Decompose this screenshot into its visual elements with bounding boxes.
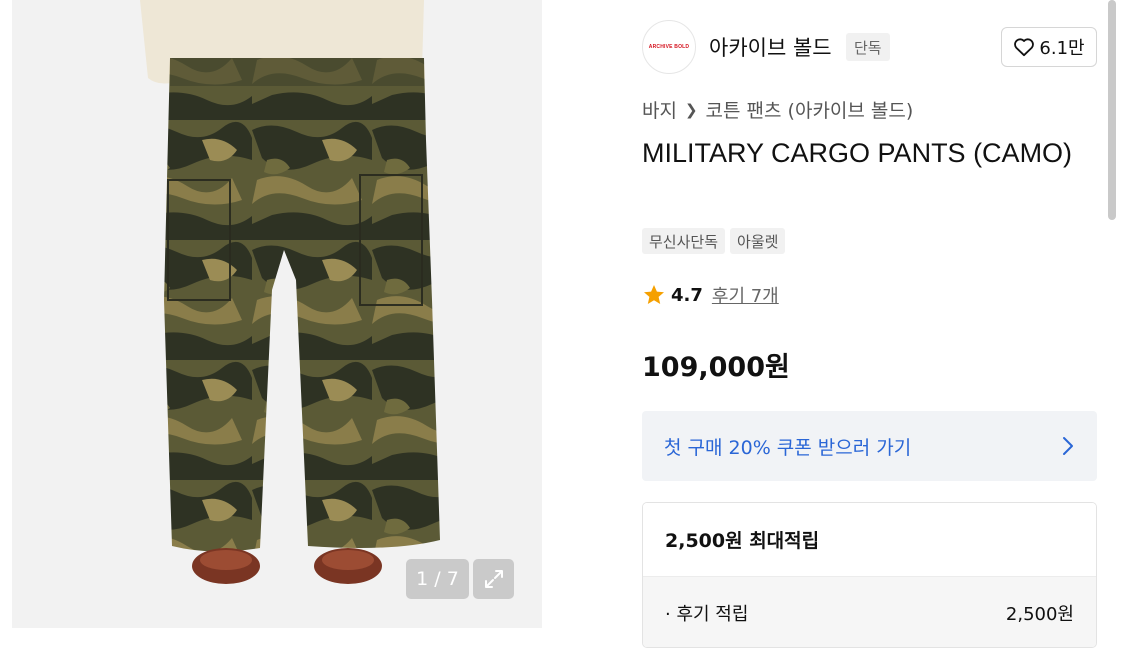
points-row-label: · 후기 적립 xyxy=(665,604,749,625)
breadcrumb-category[interactable]: 바지 xyxy=(642,96,677,123)
tag-exclusive: 무신사단독 xyxy=(642,228,726,254)
breadcrumb-subcategory[interactable]: 코튼 팬츠 (아카이브 볼드) xyxy=(706,96,914,123)
chevron-right-icon xyxy=(1063,437,1073,455)
scrollbar-thumb[interactable] xyxy=(1108,0,1116,220)
points-row-value: 2,500원 xyxy=(1005,604,1074,625)
product-photo-illustration xyxy=(140,0,440,584)
points-max-label: 2,500원 최대적립 xyxy=(643,503,1096,576)
star-icon xyxy=(644,285,664,304)
brand-name[interactable]: 아카이브 볼드 xyxy=(709,32,832,62)
product-info-panel: ARCHIVE BOLD 아카이브 볼드 단독 6.1만 바지 ❯ 코튼 팬츠 … xyxy=(642,0,1098,653)
product-tags: 무신사단독 아울렛 xyxy=(642,228,786,254)
product-price: 109,000원 xyxy=(642,352,790,383)
heart-icon xyxy=(1014,38,1035,57)
expand-image-button[interactable] xyxy=(473,559,514,599)
rating: 4.7 후기 7개 xyxy=(642,282,779,308)
chevron-right-icon: ❯ xyxy=(684,100,698,119)
coupon-label: 첫 구매 20% 쿠폰 받으러 가기 xyxy=(664,436,912,459)
product-gallery: 1 / 7 xyxy=(0,0,556,653)
tag-outlet: 아울렛 xyxy=(730,228,786,254)
rating-score: 4.7 xyxy=(671,284,703,306)
product-title: MILITARY CARGO PANTS (CAMO) xyxy=(642,138,1073,168)
expand-icon xyxy=(484,570,503,588)
breadcrumb: 바지 ❯ 코튼 팬츠 (아카이브 볼드) xyxy=(642,96,913,123)
brand-exclusive-badge: 단독 xyxy=(846,33,890,61)
coupon-banner[interactable]: 첫 구매 20% 쿠폰 받으러 가기 xyxy=(642,411,1097,481)
image-counter: 1 / 7 xyxy=(406,559,469,599)
brand-logo-text: ARCHIVE BOLD xyxy=(648,44,690,50)
points-row: · 후기 적립 2,500원 xyxy=(643,576,1096,647)
like-button[interactable]: 6.1만 xyxy=(1001,27,1097,67)
brand-logo[interactable]: ARCHIVE BOLD xyxy=(642,20,696,74)
product-image[interactable] xyxy=(12,0,542,628)
brand-row: ARCHIVE BOLD 아카이브 볼드 단독 6.1만 xyxy=(642,20,1098,75)
points-box: 2,500원 최대적립 · 후기 적립 2,500원 xyxy=(642,502,1097,648)
like-count: 6.1만 xyxy=(1039,38,1085,59)
reviews-link[interactable]: 후기 7개 xyxy=(712,282,779,308)
